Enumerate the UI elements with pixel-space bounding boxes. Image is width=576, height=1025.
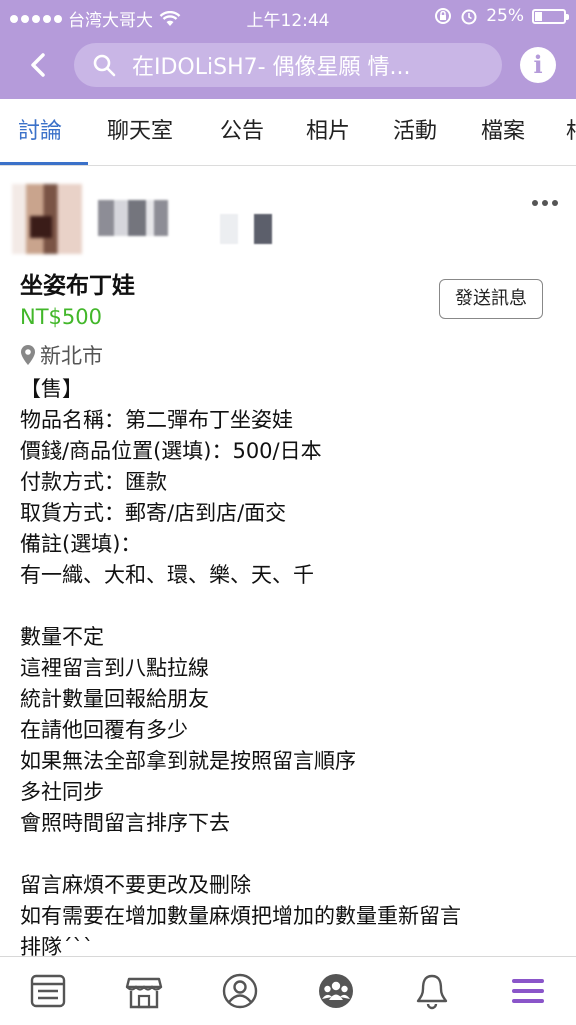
tab-announcements[interactable]: 公告 xyxy=(220,99,264,165)
post-body-line xyxy=(20,591,560,622)
active-tab-indicator xyxy=(0,162,88,165)
post-body-line: 備註(選填)： xyxy=(20,532,142,556)
post-body-line: 數量不定 xyxy=(20,625,104,649)
notifications-icon[interactable] xyxy=(412,971,452,1011)
menu-icon[interactable] xyxy=(508,971,548,1011)
bottom-navigation-bar xyxy=(0,956,576,1025)
status-bar: 台湾大哥大 上午12:44 25% xyxy=(0,0,576,33)
post-body-line: 價錢/商品位置(選填)：500/日本 xyxy=(20,439,322,463)
post-body-line xyxy=(20,839,560,870)
post-location: 新北市 xyxy=(20,340,103,370)
tab-discussion[interactable]: 討論 xyxy=(18,99,62,165)
post-body-line: 取貨方式：郵寄/店到店/面交 xyxy=(20,501,287,525)
avatar[interactable] xyxy=(12,184,82,254)
rotation-lock-icon xyxy=(435,8,452,24)
post-body-line: 有一織、大和、環、樂、天、千 xyxy=(20,563,314,587)
battery-percent: 25% xyxy=(486,6,524,26)
post-body-line: 【售】 xyxy=(20,377,83,401)
marketplace-icon[interactable] xyxy=(124,971,164,1011)
post-body-line: 留言麻煩不要更改及刪除 xyxy=(20,873,251,897)
search-text: 在IDOLiSH7- 偶像星願 情... xyxy=(132,55,411,80)
post-body: 【售】物品名稱：第二彈布丁坐姿娃價錢/商品位置(選填)：500/日本 付款方式：匯… xyxy=(20,374,560,963)
back-chevron-icon[interactable] xyxy=(24,50,54,80)
post-body-line: 這裡留言到八點拉線 xyxy=(20,656,209,680)
post-body-line: 在請他回覆有多少 xyxy=(20,718,188,742)
profile-icon[interactable] xyxy=(220,971,260,1011)
tab-chat-room[interactable]: 聊天室 xyxy=(107,99,173,165)
tab-photos[interactable]: 相片 xyxy=(306,99,350,165)
location-label: 新北市 xyxy=(40,344,103,368)
post-body-line: 物品名稱：第二彈布丁坐姿娃 xyxy=(20,408,293,432)
news-feed-icon[interactable] xyxy=(28,971,68,1011)
post-body-line: 多社同步 xyxy=(20,780,104,804)
post-body-line: 如果無法全部拿到就是按照留言順序 xyxy=(20,749,356,773)
post-body-line: 統計數量回報給朋友 xyxy=(20,687,209,711)
post-title: 坐姿布丁娃 xyxy=(20,273,135,299)
search-bar[interactable]: 在IDOLiSH7- 偶像星願 情... xyxy=(74,43,502,87)
location-pin-icon xyxy=(21,345,35,365)
tab-files[interactable]: 檔案 xyxy=(481,99,525,165)
info-icon[interactable]: i xyxy=(520,47,556,83)
group-tabs: 討論 聊天室 公告 相片 活動 檔案 相 xyxy=(0,99,576,166)
groups-icon[interactable] xyxy=(316,971,356,1011)
post-body-line: 如有需要在增加數量麻煩把增加的數量重新留言 xyxy=(20,904,461,928)
post-body-line: 會照時間留言排序下去 xyxy=(20,811,230,835)
group-name-redacted[interactable] xyxy=(220,214,272,244)
tab-albums[interactable]: 相 xyxy=(566,99,576,165)
more-options-icon[interactable] xyxy=(532,200,558,206)
post-body-line: 付款方式：匯款 xyxy=(20,470,167,494)
alarm-icon xyxy=(461,9,477,25)
tab-events[interactable]: 活動 xyxy=(393,99,437,165)
search-icon xyxy=(93,54,116,77)
send-message-button[interactable]: 發送訊息 xyxy=(439,279,543,319)
author-name-redacted[interactable] xyxy=(98,200,168,236)
post-price: NT$500 xyxy=(20,305,102,329)
battery-icon xyxy=(532,8,569,24)
top-navigation-bar: 在IDOLiSH7- 偶像星願 情... i xyxy=(0,33,576,99)
